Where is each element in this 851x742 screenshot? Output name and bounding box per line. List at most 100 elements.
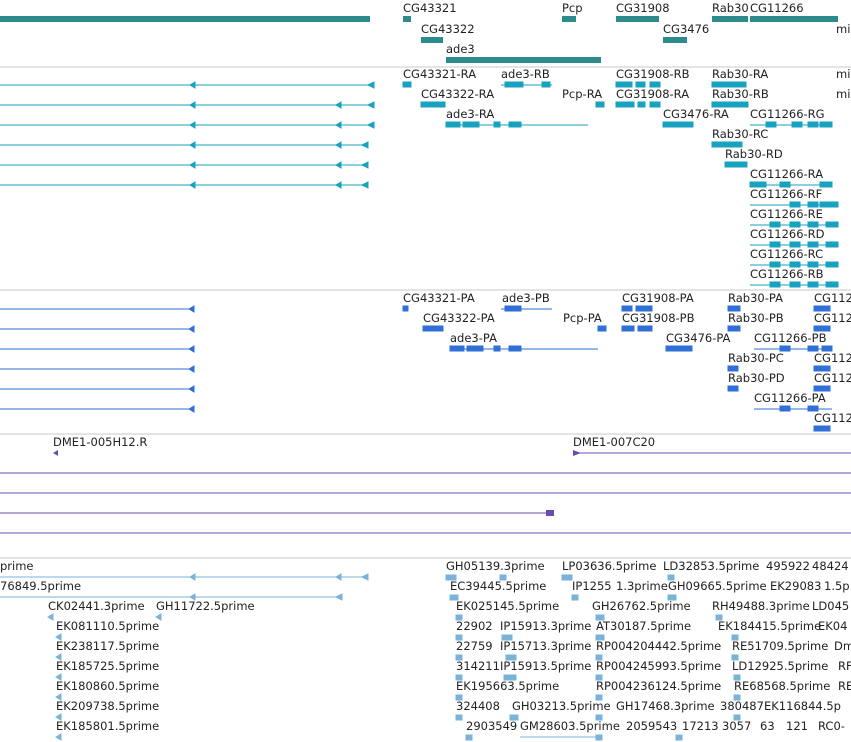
- gene-feature-cg43321[interactable]: [403, 16, 411, 22]
- protein-label: Rab30-PA: [728, 291, 783, 305]
- mrna-label: mi: [836, 87, 850, 101]
- est-label: 22902: [456, 619, 493, 633]
- protein-label: CG3476-PA: [666, 331, 731, 345]
- gene-feature-left[interactable]: [0, 16, 370, 22]
- protein-label: CG31908-PB: [622, 311, 695, 325]
- gene-label: CG11266: [750, 1, 804, 15]
- mrna-label: CG43321-RA: [403, 67, 476, 81]
- mrna-label: CG43322-RA: [421, 87, 494, 101]
- mrna-label: ade3-RB: [501, 67, 550, 81]
- est-label: RP004245993.5prime: [596, 659, 721, 673]
- est-label: 22759: [456, 639, 493, 653]
- mrna-left-transcripts[interactable]: [0, 81, 375, 189]
- est-label: Dm: [834, 639, 851, 653]
- est-label: EK116844.5p: [764, 699, 841, 713]
- gene-feature-cg43322[interactable]: [421, 37, 443, 43]
- est-label: GH05139.3prime: [446, 559, 545, 573]
- est-label: 48424: [812, 559, 849, 573]
- protein-label: ade3-PA: [450, 331, 497, 345]
- protein-label: CG43322-PA: [423, 311, 495, 325]
- est-label: LP03636.5prime: [562, 559, 656, 573]
- mrna-label: CG31908-RA: [616, 87, 689, 101]
- est-label: EK209738.5prime: [56, 699, 159, 713]
- est-label: 495922: [766, 559, 810, 573]
- gene-label: mi: [836, 22, 850, 36]
- gene-label: CG31908: [616, 1, 670, 15]
- protein-left-transcripts[interactable]: [0, 305, 195, 413]
- est-label: AT30187.5prime: [596, 619, 691, 633]
- est-label: RE68568.5prime: [734, 679, 830, 693]
- mrna-label: CG31908-RB: [616, 67, 690, 81]
- gene-label: CG43322: [421, 22, 475, 36]
- est-label: 17213: [682, 719, 719, 733]
- gene-feature-pcp[interactable]: [562, 16, 576, 22]
- clone-label: DME1-005H12.R: [53, 435, 147, 449]
- mrna-label: Rab30-RB: [712, 87, 769, 101]
- est-label: IP15713.3prime: [500, 639, 591, 653]
- mrna-label: CG11266-RF: [750, 187, 822, 201]
- protein-label: Rab30-PB: [728, 311, 784, 325]
- est-label: 314211: [456, 659, 500, 673]
- mrna-label: CG11266-RD: [750, 227, 825, 241]
- gene-track: CG43321 Pcp CG31908 Rab30 CG11266 CG4332…: [0, 1, 850, 63]
- mrna-label: CG11266-RG: [750, 107, 825, 121]
- gene-feature-cg3476[interactable]: [663, 37, 687, 43]
- est-label: RF: [838, 659, 851, 673]
- est-label: EC39445.5prime: [450, 579, 546, 593]
- mrna-label: Rab30-RC: [712, 127, 768, 141]
- est-label: IP1255: [572, 579, 612, 593]
- est-label: 63: [760, 719, 775, 733]
- est-label: IP15913.3prime: [500, 619, 591, 633]
- clone-label: DME1-007C20: [573, 435, 655, 449]
- est-label: 76849.5prime: [0, 579, 81, 593]
- gene-label: Pcp: [562, 1, 583, 15]
- genome-browser-canvas: CG43321 Pcp CG31908 Rab30 CG11266 CG4332…: [0, 1, 851, 741]
- protein-label: CG112: [814, 371, 851, 385]
- est-label: 2059543: [626, 719, 677, 733]
- est-label: RC0-: [818, 719, 845, 733]
- gene-label: CG43321: [403, 1, 457, 15]
- mrna-label: CG11266-RB: [750, 267, 824, 281]
- est-label: GH09665.5prime: [668, 579, 767, 593]
- mrna-track: CG43321-RA ade3-RB CG31908-RB Rab30-RA m…: [0, 67, 850, 288]
- est-label: RE: [838, 679, 851, 693]
- protein-label: Rab30-PC: [728, 351, 784, 365]
- est-label: RH49488.3prime: [712, 599, 810, 613]
- clone-end[interactable]: [546, 510, 554, 516]
- est-track: prime GH05139.3prime LP03636.5prime LD32…: [0, 559, 851, 741]
- mrna-label: CG11266-RC: [750, 247, 823, 261]
- mrna-label: Rab30-RD: [725, 147, 783, 161]
- est-label: RP004236124.5prime: [596, 679, 721, 693]
- protein-label: CG31908-PA: [622, 291, 694, 305]
- est-label: EK180860.5prime: [56, 679, 159, 693]
- gene-feature-cg31908[interactable]: [616, 16, 659, 22]
- gene-feature-cg11266[interactable]: [750, 16, 838, 22]
- est-label: GM28603.5prime: [520, 719, 620, 733]
- est-label: EK29083: [770, 579, 821, 593]
- gene-label: Rab30: [712, 1, 749, 15]
- est-label: EK195663.5prime: [456, 679, 559, 693]
- est-label: prime: [0, 559, 34, 573]
- est-label: GH17468.3prime: [616, 699, 715, 713]
- protein-label: CG11266-PA: [754, 391, 826, 405]
- gene-feature-rab30[interactable]: [712, 16, 748, 22]
- est-label: GH26762.5prime: [592, 599, 691, 613]
- clone-feature-005h12[interactable]: [53, 450, 58, 456]
- protein-label: CG112: [814, 351, 851, 365]
- gene-feature-ade3[interactable]: [446, 57, 601, 63]
- protein-label: CG112: [814, 291, 851, 305]
- est-label: 121: [786, 719, 808, 733]
- clone-feature-007c20[interactable]: [573, 450, 581, 456]
- protein-label: CG43321-PA: [403, 291, 475, 305]
- mrna-label: Rab30-RA: [712, 67, 768, 81]
- protein-label: Pcp-PA: [563, 311, 602, 325]
- est-label: EK185725.5prime: [56, 659, 159, 673]
- est-label: EK025145.5prime: [456, 599, 559, 613]
- mrna-label: ade3-RA: [446, 107, 494, 121]
- est-label: 380487: [720, 699, 764, 713]
- mrna-label: CG11266-RE: [750, 207, 823, 221]
- est-label: IP15913.5prime: [500, 659, 591, 673]
- est-label: CK02441.3prime: [48, 599, 145, 613]
- est-label: RE51709.5prime: [732, 639, 828, 653]
- protein-label: Rab30-PD: [728, 371, 785, 385]
